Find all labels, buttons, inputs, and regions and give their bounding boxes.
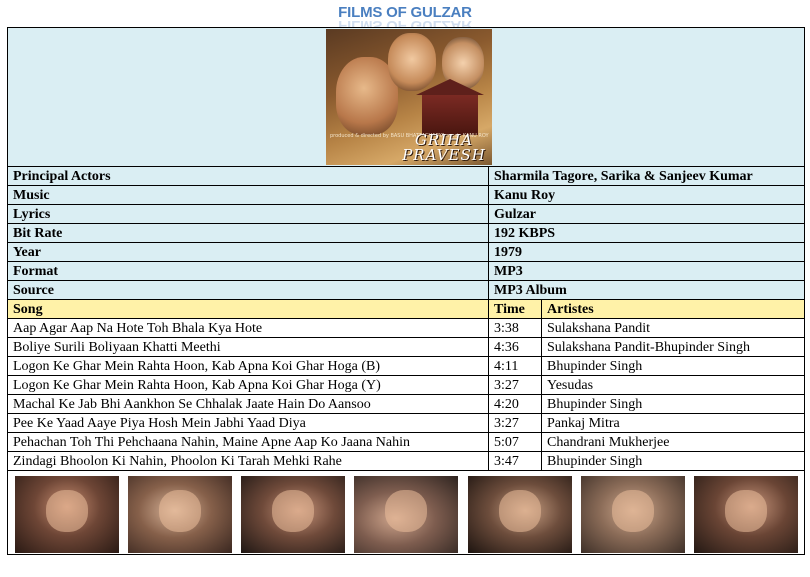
film-still-image [581,476,685,553]
table-row: Boliye Surili Boliyaan Khatti Meethi 4:3… [7,337,806,357]
film-still-image [694,476,798,553]
info-value: Sharmila Tagore, Sarika & Sanjeev Kumar [487,166,806,186]
songs-header-row: Song Time Artistes [7,299,806,319]
table-row: Zindagi Bhoolon Ki Nahin, Phoolon Ki Tar… [7,451,806,471]
info-value: 1979 [487,242,806,262]
info-row-year: Year 1979 [7,242,806,262]
info-label: Format [7,261,489,281]
table-row: Machal Ke Jab Bhi Aankhon Se Chhalak Jaa… [7,394,806,414]
film-still-image [468,476,572,553]
song-title: Logon Ke Ghar Mein Rahta Hoon, Kab Apna … [7,375,489,395]
film-still-image [15,476,119,553]
song-title: Machal Ke Jab Bhi Aankhon Se Chhalak Jaa… [7,394,489,414]
song-title: Logon Ke Ghar Mein Rahta Hoon, Kab Apna … [7,356,489,376]
song-time: 4:36 [488,337,542,357]
column-header-artistes: Artistes [540,299,806,319]
song-time: 5:07 [488,432,542,452]
info-value: MP3 [487,261,806,281]
table-row: Aap Agar Aap Na Hote Toh Bhala Kya Hote … [7,318,806,338]
song-artistes: Sulakshana Pandit-Bhupinder Singh [540,337,806,357]
song-title: Zindagi Bhoolon Ki Nahin, Phoolon Ki Tar… [7,451,489,471]
table-row: Logon Ke Ghar Mein Rahta Hoon, Kab Apna … [7,375,806,395]
info-row-format: Format MP3 [7,261,806,281]
column-header-time: Time [488,299,542,319]
film-still-image [241,476,345,553]
page-header: FILMS OF GULZAR [0,0,810,26]
column-header-song: Song [7,299,489,319]
song-title: Boliye Surili Boliyaan Khatti Meethi [7,337,489,357]
info-row-music: Music Kanu Roy [7,185,806,205]
info-row-lyrics: Lyrics Gulzar [7,204,806,224]
song-time: 3:38 [488,318,542,338]
info-label: Lyrics [7,204,489,224]
song-artistes: Bhupinder Singh [540,356,806,376]
table-row: Pehachan Toh Thi Pehchaana Nahin, Maine … [7,432,806,452]
song-time: 3:27 [488,413,542,433]
info-row-bitrate: Bit Rate 192 KBPS [7,223,806,243]
song-time: 3:47 [488,451,542,471]
table-row: Pee Ke Yaad Aaye Piya Hosh Mein Jabhi Ya… [7,413,806,433]
info-row-source: Source MP3 Album [7,280,806,300]
song-artistes: Bhupinder Singh [540,394,806,414]
song-artistes: Sulakshana Pandit [540,318,806,338]
poster-credits: produced & directed by BASU BHATTACHARYA… [330,133,489,139]
song-time: 4:20 [488,394,542,414]
info-value: Gulzar [487,204,806,224]
info-label: Bit Rate [7,223,489,243]
info-label: Source [7,280,489,300]
info-row-actors: Principal Actors Sharmila Tagore, Sarika… [7,166,806,186]
film-still-image [128,476,232,553]
info-label: Music [7,185,489,205]
song-artistes: Pankaj Mitra [540,413,806,433]
song-title: Pehachan Toh Thi Pehchaana Nahin, Maine … [7,432,489,452]
info-value: Kanu Roy [487,185,806,205]
song-time: 4:11 [488,356,542,376]
movie-poster-image: produced & directed by BASU BHATTACHARYA… [326,29,492,165]
info-label: Principal Actors [7,166,489,186]
film-stills-strip [6,470,806,555]
poster-title: GRIHA PRAVESH [402,131,486,164]
film-info-table: produced & directed by BASU BHATTACHARYA… [6,27,806,555]
song-title: Pee Ke Yaad Aaye Piya Hosh Mein Jabhi Ya… [7,413,489,433]
page-title: FILMS OF GULZAR [338,0,472,26]
info-label: Year [7,242,489,262]
song-time: 3:27 [488,375,542,395]
info-value: MP3 Album [487,280,806,300]
song-artistes: Bhupinder Singh [540,451,806,471]
table-row: Logon Ke Ghar Mein Rahta Hoon, Kab Apna … [7,356,806,376]
info-value: 192 KBPS [487,223,806,243]
film-still-image [354,476,458,553]
song-title: Aap Agar Aap Na Hote Toh Bhala Kya Hote [7,318,489,338]
poster-cell: produced & directed by BASU BHATTACHARYA… [6,27,806,167]
song-artistes: Chandrani Mukherjee [540,432,806,452]
song-artistes: Yesudas [540,375,806,395]
